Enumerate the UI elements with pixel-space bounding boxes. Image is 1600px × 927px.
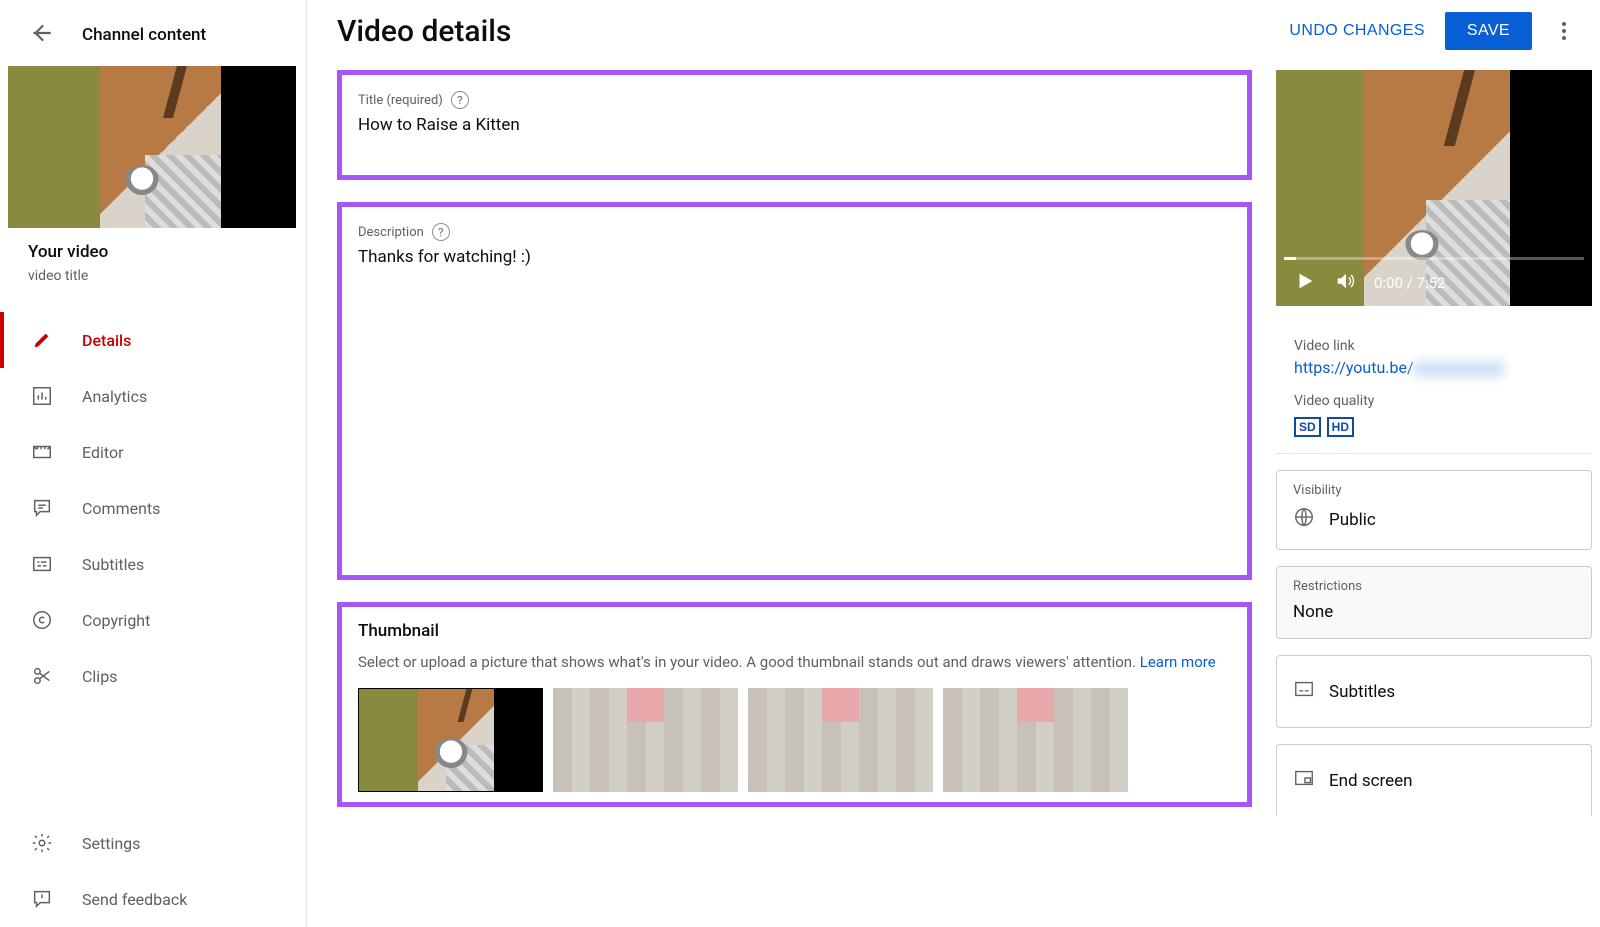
undo-changes-button[interactable]: UNDO CHANGES	[1289, 22, 1424, 40]
feedback-icon	[30, 887, 54, 911]
scissors-icon	[30, 664, 54, 688]
gear-icon	[30, 831, 54, 855]
nav-feedback-label: Send feedback	[82, 890, 187, 909]
description-highlight: Description ?	[337, 202, 1252, 580]
video-title-sub: video title	[28, 268, 306, 284]
play-icon[interactable]	[1294, 270, 1316, 296]
globe-icon	[1293, 506, 1315, 533]
nav-details[interactable]: Details	[0, 312, 306, 368]
video-quality-label: Video quality	[1294, 393, 1574, 409]
help-icon[interactable]: ?	[451, 91, 469, 109]
thumbnail-option-3[interactable]	[748, 688, 933, 792]
nav-clips[interactable]: Clips	[0, 648, 306, 704]
nav-subtitles-label: Subtitles	[82, 555, 144, 574]
video-info-block: Video link https://youtu.be/ Video quali…	[1276, 322, 1592, 454]
page-title: Video details	[337, 14, 511, 49]
editor-icon	[30, 440, 54, 464]
subtitles-icon	[30, 552, 54, 576]
nav-subtitles[interactable]: Subtitles	[0, 536, 306, 592]
description-field[interactable]: Description ?	[342, 207, 1247, 575]
nav-clips-label: Clips	[82, 667, 117, 686]
thumbnail-description: Select or upload a picture that shows wh…	[358, 651, 1231, 674]
subtitles-card-icon	[1293, 678, 1315, 705]
comments-icon	[30, 496, 54, 520]
video-preview[interactable]: 0:00 / 7:52	[1276, 70, 1592, 306]
back-arrow-icon[interactable]	[28, 20, 54, 50]
sidebar: Channel content Your video video title D…	[0, 0, 307, 927]
end-screen-icon	[1293, 767, 1315, 794]
title-field[interactable]: Title (required) ?	[342, 75, 1247, 175]
preview-time: 0:00 / 7:52	[1374, 274, 1445, 292]
volume-icon[interactable]	[1334, 270, 1356, 296]
video-link-label: Video link	[1294, 338, 1574, 354]
visibility-label: Visibility	[1293, 483, 1575, 498]
nav-settings[interactable]: Settings	[0, 815, 306, 871]
sidebar-video-meta: Your video video title	[0, 242, 306, 294]
copyright-icon	[30, 608, 54, 632]
learn-more-link[interactable]: Learn more	[1140, 653, 1216, 671]
description-input[interactable]	[358, 247, 1231, 557]
subtitles-card-label: Subtitles	[1329, 682, 1395, 702]
thumbnail-description-text: Select or upload a picture that shows wh…	[358, 653, 1140, 671]
end-screen-card[interactable]: End screen	[1276, 744, 1592, 816]
analytics-icon	[30, 384, 54, 408]
right-column: 0:00 / 7:52 Video link https://youtu.be/…	[1276, 70, 1592, 927]
nav-feedback[interactable]: Send feedback	[0, 871, 306, 927]
center-column: Title (required) ? Description ?	[337, 70, 1252, 927]
restrictions-card: Restrictions None	[1276, 566, 1592, 639]
thumbnail-option-4[interactable]	[943, 688, 1128, 792]
visibility-value: Public	[1329, 510, 1376, 530]
title-label: Title (required)	[358, 93, 443, 108]
restrictions-label: Restrictions	[1293, 579, 1575, 594]
sd-badge: SD	[1294, 417, 1321, 437]
nav-settings-label: Settings	[82, 834, 140, 853]
thumbnail-option-2[interactable]	[553, 688, 738, 792]
title-highlight: Title (required) ?	[337, 70, 1252, 180]
nav-copyright-label: Copyright	[82, 611, 150, 630]
more-options-button[interactable]	[1552, 19, 1576, 43]
hd-badge: HD	[1327, 417, 1354, 437]
nav-copyright[interactable]: Copyright	[0, 592, 306, 648]
description-label: Description	[358, 225, 424, 240]
nav-analytics-label: Analytics	[82, 387, 147, 406]
your-video-label: Your video	[28, 242, 306, 262]
channel-content-label: Channel content	[82, 25, 206, 45]
title-input[interactable]	[358, 115, 1231, 135]
main-header: Video details UNDO CHANGES SAVE	[337, 12, 1600, 50]
nav-editor-label: Editor	[82, 443, 123, 462]
thumbnail-option-1[interactable]	[358, 688, 543, 792]
sidebar-nav: Details Analytics Editor Comments Subtit…	[0, 312, 306, 927]
thumbnail-section-highlight: Thumbnail Select or upload a picture tha…	[337, 602, 1252, 807]
header-actions: UNDO CHANGES SAVE	[1289, 12, 1576, 50]
nav-analytics[interactable]: Analytics	[0, 368, 306, 424]
nav-editor[interactable]: Editor	[0, 424, 306, 480]
thumbnail-heading: Thumbnail	[358, 621, 1231, 641]
video-link[interactable]: https://youtu.be/	[1294, 358, 1574, 377]
save-button[interactable]: SAVE	[1445, 12, 1532, 50]
subtitles-card[interactable]: Subtitles	[1276, 655, 1592, 728]
pencil-icon	[30, 328, 54, 352]
sidebar-header: Channel content	[0, 0, 306, 66]
help-icon[interactable]: ?	[432, 223, 450, 241]
restrictions-value: None	[1293, 602, 1333, 622]
main: Video details UNDO CHANGES SAVE Title (r…	[307, 0, 1600, 927]
nav-comments[interactable]: Comments	[0, 480, 306, 536]
end-screen-label: End screen	[1329, 771, 1413, 791]
sidebar-video-thumbnail[interactable]	[8, 66, 296, 228]
visibility-card[interactable]: Visibility Public	[1276, 470, 1592, 550]
nav-details-label: Details	[82, 331, 131, 350]
nav-comments-label: Comments	[82, 499, 160, 518]
thumbnail-options	[358, 688, 1231, 792]
